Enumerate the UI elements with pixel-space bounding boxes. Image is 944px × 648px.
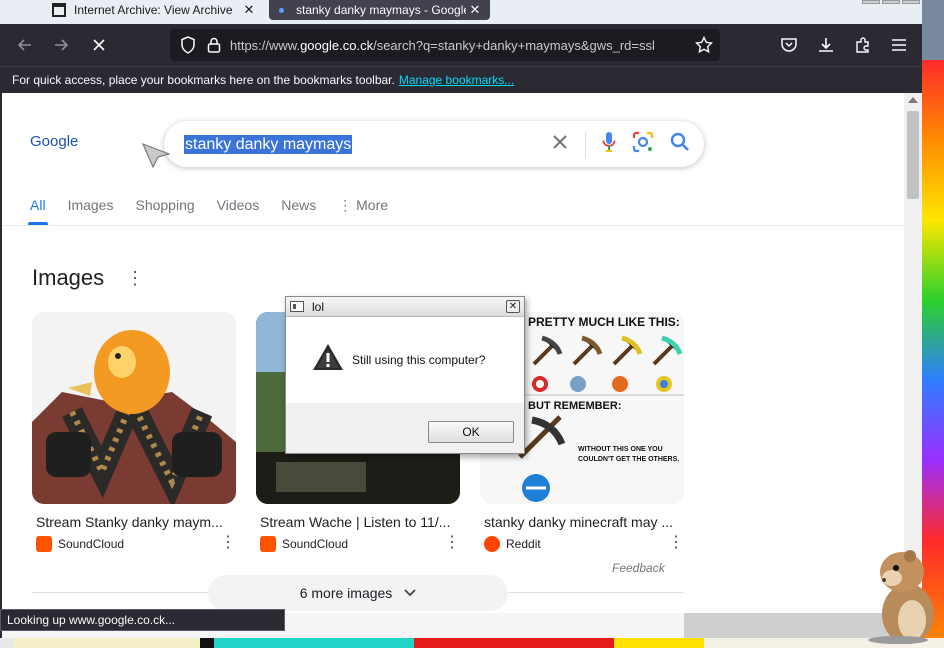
tab-more-label: More	[356, 197, 389, 213]
divider	[585, 131, 586, 158]
result-source-name: SoundCloud	[282, 537, 349, 551]
image-result-card[interactable]: Stream Stanky danky maym... SoundCloud ⋮	[32, 312, 236, 552]
meme-caption: WITHOUT THIS ONE YOU	[578, 446, 663, 453]
scroll-up-icon[interactable]	[908, 97, 918, 103]
tab-all[interactable]: All	[28, 197, 48, 227]
result-title[interactable]: Stream Wache | Listen to 11/...	[256, 514, 460, 530]
hamster-image	[862, 544, 942, 648]
tab-videos[interactable]: Videos	[217, 197, 260, 227]
url-path: /search?q=stanky+danky+maymays&gws_rd=ss…	[373, 37, 655, 53]
close-icon[interactable]: ✕	[506, 300, 520, 313]
more-vert-icon[interactable]: ⋮	[126, 269, 144, 287]
result-source[interactable]: SoundCloud	[256, 536, 460, 552]
tab-more[interactable]: ⋮ More	[338, 197, 388, 227]
result-title[interactable]: stanky danky minecraft may ...	[480, 514, 684, 530]
stop-button[interactable]	[86, 33, 112, 57]
dialog-message: Still using this computer?	[352, 353, 486, 367]
tab-google-search[interactable]: stanky danky maymays - Google ✕	[269, 0, 490, 20]
pocket-icon	[781, 38, 797, 52]
tabs-divider	[2, 225, 904, 226]
window-close-button[interactable]	[902, 0, 920, 4]
more-images-button[interactable]: 6 more images	[208, 575, 508, 611]
more-images-label: 6 more images	[299, 585, 393, 601]
meme-footer: BUT REMEMBER:	[528, 400, 622, 412]
back-button[interactable]	[12, 33, 38, 57]
search-box[interactable]: stanky danky maymays	[164, 121, 704, 167]
browser-tab-strip: Internet Archive: View Archive ✕ stanky …	[0, 0, 922, 24]
close-icon[interactable]: ✕	[240, 2, 258, 18]
tab-internet-archive[interactable]: Internet Archive: View Archive ✕	[44, 0, 264, 20]
result-title[interactable]: Stream Stanky danky maym...	[32, 514, 236, 530]
bookmark-star-icon[interactable]	[694, 35, 714, 55]
search-tabs: All Images Shopping Videos News ⋮ More	[28, 197, 388, 227]
navigation-toolbar: https://www.google.co.ck/search?q=stanky…	[0, 24, 922, 66]
result-source[interactable]: Reddit	[480, 536, 684, 552]
desktop-taskbar	[0, 638, 944, 648]
microphone-icon[interactable]	[602, 131, 616, 158]
more-vert-icon[interactable]: ⋮	[220, 532, 236, 552]
tab-title: Internet Archive: View Archive	[74, 3, 233, 17]
more-vert-icon[interactable]: ⋮	[444, 532, 460, 552]
result-source[interactable]: SoundCloud	[32, 536, 236, 552]
chevron-down-icon	[404, 589, 416, 597]
result-thumbnail[interactable]	[32, 312, 236, 504]
more-vert-icon[interactable]: ⋮	[668, 532, 684, 552]
url-scheme: https://www.	[230, 37, 301, 53]
soundcloud-icon	[36, 536, 52, 552]
manage-bookmarks-link[interactable]: Manage bookmarks...	[399, 73, 514, 87]
tab-title: stanky danky maymays - Google	[296, 3, 466, 17]
shield-icon[interactable]	[178, 35, 198, 55]
maximize-button[interactable]	[882, 0, 900, 4]
pocket-button[interactable]	[776, 33, 802, 57]
warning-icon	[312, 343, 344, 376]
dialog-titlebar[interactable]: lol ✕	[286, 297, 524, 317]
extensions-button[interactable]	[850, 33, 876, 57]
search-icon[interactable]	[670, 132, 690, 157]
minimize-button[interactable]	[862, 0, 880, 4]
stop-icon	[93, 39, 105, 51]
menu-button[interactable]	[886, 33, 912, 57]
images-heading: Images	[32, 265, 105, 290]
result-source-name: SoundCloud	[58, 537, 125, 551]
search-query-input[interactable]: stanky danky maymays	[184, 134, 353, 154]
lock-icon[interactable]	[204, 35, 224, 55]
forward-arrow-icon	[55, 39, 69, 51]
meme-caption: COULDN'T GET THE OTHERS.	[578, 456, 680, 463]
reddit-icon	[484, 536, 500, 552]
loading-icon	[279, 7, 284, 13]
archive-icon	[52, 3, 66, 17]
url-text[interactable]: https://www.google.co.ck/search?q=stanky…	[230, 38, 694, 53]
dialog-body: Still using this computer?	[286, 317, 524, 403]
dialog-footer: OK	[286, 403, 524, 453]
download-icon	[819, 38, 833, 52]
puzzle-icon	[856, 37, 869, 53]
window-controls	[862, 0, 920, 4]
alert-dialog: lol ✕ Still using this computer? OK	[285, 296, 525, 454]
tab-news[interactable]: News	[281, 197, 316, 227]
dialog-title: lol	[312, 299, 325, 314]
bookmarks-toolbar: For quick access, place your bookmarks h…	[0, 66, 922, 93]
close-icon[interactable]: ✕	[466, 2, 484, 18]
back-arrow-icon	[17, 39, 31, 51]
tab-shopping[interactable]: Shopping	[135, 197, 194, 227]
bookmarks-hint: For quick access, place your bookmarks h…	[12, 73, 395, 87]
hamburger-icon	[892, 39, 906, 51]
scroll-thumb[interactable]	[907, 111, 919, 199]
url-host: google.co.ck	[300, 37, 374, 53]
downloads-button[interactable]	[813, 33, 839, 57]
result-source-name: Reddit	[506, 537, 541, 551]
soundcloud-icon	[260, 536, 276, 552]
window-icon	[290, 301, 304, 312]
google-logo[interactable]: Google	[30, 133, 78, 150]
forward-button[interactable]	[48, 33, 74, 57]
tab-images[interactable]: Images	[68, 197, 114, 227]
status-panel: Looking up www.google.co.ck...	[0, 609, 285, 631]
lens-icon[interactable]	[632, 131, 654, 158]
more-vert-icon: ⋮	[338, 197, 357, 213]
url-bar[interactable]: https://www.google.co.ck/search?q=stanky…	[170, 29, 720, 61]
mouse-cursor-icon	[141, 142, 171, 174]
clear-icon[interactable]	[551, 133, 569, 156]
feedback-link[interactable]: Feedback	[612, 561, 665, 575]
ok-button[interactable]: OK	[428, 421, 514, 443]
